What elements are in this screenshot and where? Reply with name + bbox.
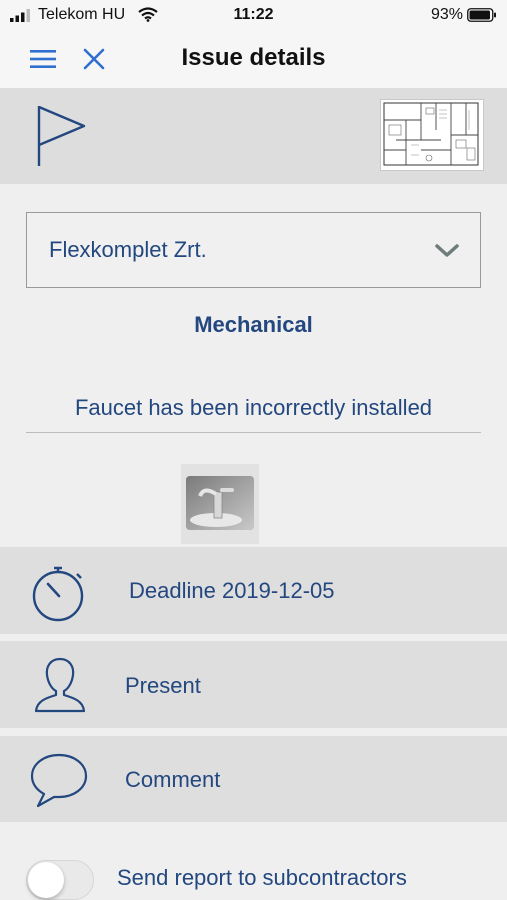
present-label: Present — [125, 673, 201, 698]
deadline-row[interactable]: Deadline 2019-12-05 — [0, 547, 507, 634]
flag-icon[interactable] — [34, 104, 90, 168]
issue-category: Mechanical — [194, 312, 313, 337]
stopwatch-icon — [32, 566, 84, 622]
person-icon — [34, 657, 86, 713]
status-bar: Telekom HU 11:22 93% — [0, 0, 507, 30]
photo-image — [186, 476, 254, 530]
toggle-knob — [28, 862, 64, 898]
battery-percentage: 93% — [430, 6, 463, 23]
page-title: Issue details — [181, 44, 326, 71]
battery-icon — [467, 8, 496, 22]
company-select-value: Flexkomplet Zrt. — [49, 237, 207, 262]
deadline-label: Deadline 2019-12-05 — [129, 578, 335, 603]
present-row[interactable]: Present — [0, 641, 507, 728]
chevron-down-icon — [435, 244, 459, 257]
speech-bubble-icon — [30, 753, 88, 808]
comment-row[interactable]: Comment — [0, 736, 507, 822]
issue-description[interactable]: Faucet has been incorrectly installed — [26, 395, 481, 433]
send-report-label: Send report to subcontractors — [117, 865, 407, 890]
send-report-toggle[interactable] — [26, 860, 94, 900]
company-select[interactable]: Flexkomplet Zrt. — [26, 212, 481, 288]
navigation-bar: Issue details — [0, 30, 507, 88]
faucet-photo-thumbnail[interactable] — [181, 464, 259, 544]
issue-header-band — [0, 88, 507, 184]
floor-plan-thumbnail[interactable] — [380, 99, 484, 171]
comment-label: Comment — [125, 767, 221, 792]
